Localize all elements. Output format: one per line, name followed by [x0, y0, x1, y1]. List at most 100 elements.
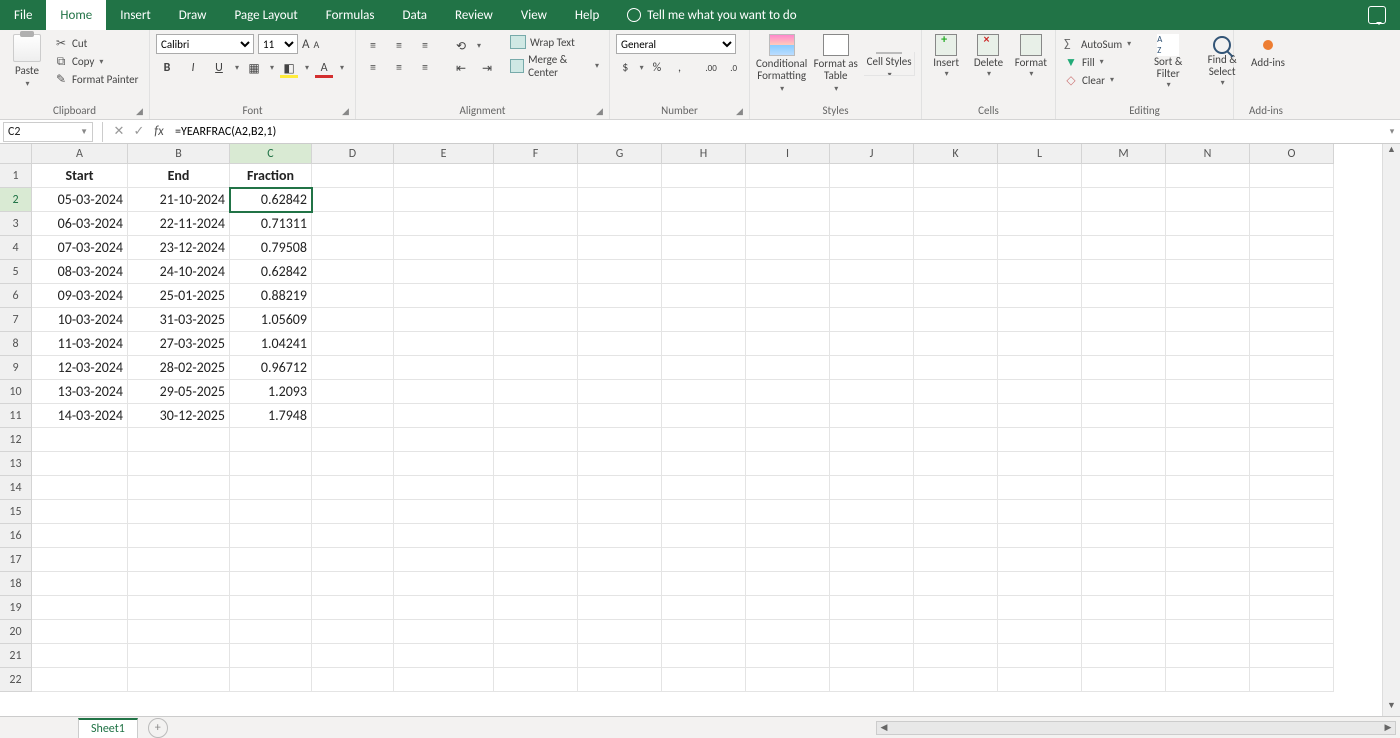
- cell[interactable]: [1166, 404, 1250, 428]
- cell[interactable]: [662, 500, 746, 524]
- row-header[interactable]: 4: [0, 236, 32, 260]
- cell[interactable]: [1250, 284, 1334, 308]
- delete-cells-button[interactable]: Delete▾: [970, 34, 1006, 79]
- cell[interactable]: [312, 620, 394, 644]
- cell[interactable]: [32, 452, 128, 476]
- bold-button[interactable]: B: [156, 58, 178, 78]
- row-header[interactable]: 3: [0, 212, 32, 236]
- cell[interactable]: [1082, 500, 1166, 524]
- column-header[interactable]: A: [32, 144, 128, 164]
- cell[interactable]: [914, 572, 998, 596]
- cell[interactable]: [746, 476, 830, 500]
- cell[interactable]: 0.62842: [230, 188, 312, 212]
- cell[interactable]: [494, 596, 578, 620]
- cell[interactable]: [1082, 164, 1166, 188]
- cell[interactable]: [1250, 524, 1334, 548]
- cell[interactable]: [578, 380, 662, 404]
- cell[interactable]: [1250, 356, 1334, 380]
- column-header[interactable]: K: [914, 144, 998, 164]
- cell[interactable]: [578, 596, 662, 620]
- menu-tab-help[interactable]: Help: [561, 0, 613, 30]
- cell[interactable]: [312, 476, 394, 500]
- cell[interactable]: [914, 356, 998, 380]
- column-header[interactable]: E: [394, 144, 494, 164]
- cell[interactable]: [32, 596, 128, 620]
- sheet-tab[interactable]: Sheet1: [78, 718, 138, 738]
- cell[interactable]: [32, 548, 128, 572]
- cell[interactable]: [662, 308, 746, 332]
- cell[interactable]: [394, 476, 494, 500]
- column-header[interactable]: H: [662, 144, 746, 164]
- cell[interactable]: 09-03-2024: [32, 284, 128, 308]
- cell[interactable]: [830, 236, 914, 260]
- cell[interactable]: [312, 596, 394, 620]
- cell[interactable]: 14-03-2024: [32, 404, 128, 428]
- cell-styles-button[interactable]: Cell Styles▾: [864, 52, 915, 76]
- cell[interactable]: [494, 620, 578, 644]
- row-header[interactable]: 13: [0, 452, 32, 476]
- cell[interactable]: [662, 164, 746, 188]
- cell[interactable]: [1082, 620, 1166, 644]
- cell[interactable]: [1166, 428, 1250, 452]
- cell[interactable]: [830, 452, 914, 476]
- cell[interactable]: [1082, 404, 1166, 428]
- cell[interactable]: [746, 572, 830, 596]
- cell[interactable]: [830, 668, 914, 692]
- cell[interactable]: [128, 572, 230, 596]
- cell[interactable]: [494, 308, 578, 332]
- cell[interactable]: [128, 644, 230, 668]
- cell[interactable]: [312, 524, 394, 548]
- cell[interactable]: [578, 548, 662, 572]
- cell[interactable]: [746, 212, 830, 236]
- cell[interactable]: [312, 548, 394, 572]
- cell[interactable]: [1166, 332, 1250, 356]
- cell[interactable]: [230, 524, 312, 548]
- dialog-launcher-icon[interactable]: ◢: [596, 106, 606, 116]
- cell[interactable]: [394, 356, 494, 380]
- cell[interactable]: [914, 212, 998, 236]
- cell[interactable]: [998, 332, 1082, 356]
- cell[interactable]: [230, 644, 312, 668]
- cell[interactable]: [394, 668, 494, 692]
- cell[interactable]: [746, 260, 830, 284]
- cell[interactable]: [1166, 356, 1250, 380]
- cell[interactable]: 23-12-2024: [128, 236, 230, 260]
- cell[interactable]: [746, 524, 830, 548]
- cell[interactable]: [394, 236, 494, 260]
- menu-tab-draw[interactable]: Draw: [165, 0, 221, 30]
- cell[interactable]: [830, 644, 914, 668]
- cell[interactable]: [1082, 380, 1166, 404]
- cell[interactable]: [394, 644, 494, 668]
- cell[interactable]: [1082, 236, 1166, 260]
- cell[interactable]: [914, 260, 998, 284]
- cell[interactable]: [662, 404, 746, 428]
- italic-button[interactable]: I: [182, 58, 204, 78]
- cell[interactable]: [1082, 188, 1166, 212]
- cell[interactable]: 10-03-2024: [32, 308, 128, 332]
- align-left-button[interactable]: ≡: [362, 58, 384, 78]
- cell[interactable]: [998, 164, 1082, 188]
- cell[interactable]: [312, 452, 394, 476]
- cell[interactable]: [578, 308, 662, 332]
- cell[interactable]: [494, 164, 578, 188]
- dialog-launcher-icon[interactable]: ◢: [342, 106, 352, 116]
- merge-center-button[interactable]: Merge & Center▾: [506, 52, 603, 80]
- cell[interactable]: [1166, 620, 1250, 644]
- cell[interactable]: [830, 356, 914, 380]
- cell[interactable]: [578, 524, 662, 548]
- cell[interactable]: [128, 620, 230, 644]
- cell[interactable]: [1166, 236, 1250, 260]
- cell[interactable]: [1166, 164, 1250, 188]
- cell[interactable]: [1250, 164, 1334, 188]
- cell[interactable]: [578, 188, 662, 212]
- cell[interactable]: [312, 500, 394, 524]
- cell[interactable]: Start: [32, 164, 128, 188]
- cell[interactable]: [998, 308, 1082, 332]
- cell[interactable]: [662, 620, 746, 644]
- cell[interactable]: [662, 260, 746, 284]
- cell[interactable]: [746, 452, 830, 476]
- cell[interactable]: [1250, 476, 1334, 500]
- cell[interactable]: [914, 380, 998, 404]
- cell[interactable]: [662, 476, 746, 500]
- cell[interactable]: [394, 404, 494, 428]
